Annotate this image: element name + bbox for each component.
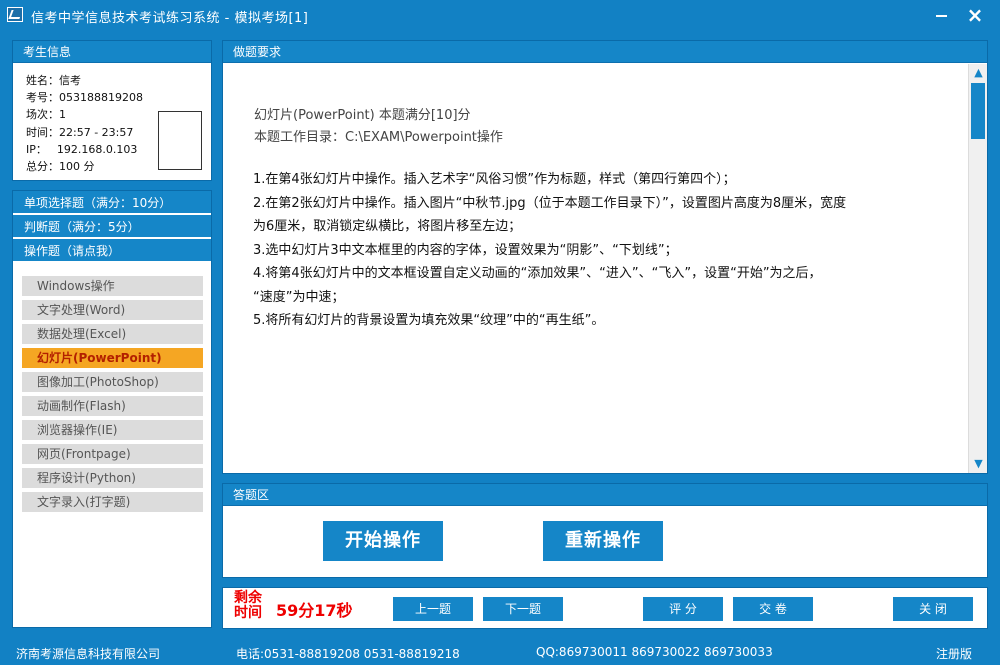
- step-line: 2.在第2张幻灯片中操作。插入图片“中秋节.jpg（位于本题工作目录下）”，设置…: [253, 195, 847, 211]
- app-icon: [7, 7, 23, 22]
- prev-question-button[interactable]: 上一题: [393, 597, 473, 621]
- next-question-button[interactable]: 下一题: [483, 597, 563, 621]
- step-line: 3.选中幻灯片3中文本框里的内容的字体，设置效果为“阴影”、“下划线”；: [253, 242, 678, 258]
- submit-exam-button[interactable]: 交 卷: [733, 597, 813, 621]
- answer-panel: 答题区 开始操作 重新操作: [222, 483, 988, 578]
- operation-item[interactable]: 浏览器操作(IE): [22, 420, 203, 440]
- operation-item[interactable]: 数据处理(Excel): [22, 324, 203, 344]
- close-window-button[interactable]: ×: [958, 0, 992, 30]
- register-status: 注册版: [936, 647, 973, 661]
- student-info-panel: 考生信息 姓名：信考 考号：053188819208 场次：1 时间：22:57…: [12, 40, 212, 181]
- true-false-tab[interactable]: 判断题（满分：5分）: [13, 215, 211, 239]
- requirements-scrollbar[interactable]: ▲ ▼: [968, 64, 987, 473]
- step-line: 为6厘米，取消锁定纵横比，将图片移至左边；: [253, 219, 522, 234]
- info-value: 1: [59, 108, 66, 122]
- info-value: 信考: [59, 74, 81, 87]
- scroll-up-icon[interactable]: ▲: [970, 65, 987, 81]
- requirement-steps: 1.在第4张幻灯片中操作。插入艺术字“风俗习惯”作为标题，样式（第四行第四个）；…: [253, 168, 953, 333]
- info-row-name: 姓名：信考: [26, 72, 143, 89]
- operation-item[interactable]: 幻灯片(PowerPoint): [22, 348, 203, 368]
- info-row-id: 考号：053188819208: [26, 89, 143, 106]
- control-panel: 剩余时间 59分17秒 上一题 下一题 评 分 交 卷 关 闭: [222, 587, 988, 629]
- student-info-header: 考生信息: [13, 41, 211, 63]
- info-label: 总分：: [26, 160, 59, 174]
- scroll-thumb[interactable]: [971, 83, 985, 139]
- operation-list: Windows操作 文字处理(Word) 数据处理(Excel) 幻灯片(PowerP…: [22, 276, 203, 516]
- timer-value: 59分17秒: [276, 601, 353, 620]
- company-name: 济南考源信息科技有限公司: [16, 647, 161, 661]
- info-row-session: 场次：1: [26, 106, 143, 123]
- timer-label: 剩余时间: [234, 590, 262, 621]
- info-value: 192.168.0.103: [56, 142, 138, 156]
- title-bar: 信考中学信息技术考试练习系统 - 模拟考场[1] ×: [0, 0, 1000, 30]
- requirements-content: 幻灯片(PowerPoint) 本题满分[10]分 本题工作目录：C:\EXAM…: [223, 64, 968, 473]
- operation-item[interactable]: 文字处理(Word): [22, 300, 203, 320]
- qq-number: QQ:869730011 869730022 869730033: [536, 645, 773, 659]
- info-row-ip: IP： 192.168.0.103: [26, 141, 143, 158]
- answer-header: 答题区: [223, 484, 987, 506]
- info-label: 场次：: [26, 108, 59, 122]
- operation-item[interactable]: 网页(Frontpage): [22, 444, 203, 464]
- window-title: 信考中学信息技术考试练习系统 - 模拟考场[1]: [31, 11, 309, 26]
- info-value: 053188819208: [59, 91, 143, 105]
- question-title: 幻灯片(PowerPoint) 本题满分[10]分: [254, 108, 471, 123]
- operation-item[interactable]: 程序设计(Python): [22, 468, 203, 488]
- scroll-down-icon[interactable]: ▼: [970, 456, 987, 472]
- info-row-time: 时间：22:57 - 23:57: [26, 124, 143, 141]
- info-label: 姓名：: [26, 74, 59, 87]
- requirements-header: 做题要求: [223, 41, 987, 63]
- requirements-intro: 幻灯片(PowerPoint) 本题满分[10]分 本题工作目录：C:\EXAM…: [254, 105, 503, 149]
- step-line: 5.将所有幻灯片的背景设置为填充效果“纹理”中的“再生纸”。: [253, 313, 605, 328]
- operation-tab[interactable]: 操作题（请点我）: [13, 239, 211, 263]
- info-row-score: 总分：100 分: [26, 158, 143, 175]
- step-line: 4.将第4张幻灯片中的文本框设置自定义动画的“添加效果”、“进入”、“飞入”，设…: [253, 266, 822, 281]
- close-button[interactable]: 关 闭: [893, 597, 973, 621]
- phone-number: 电话:0531-88819208 0531-88819218: [236, 647, 460, 661]
- grade-button[interactable]: 评 分: [643, 597, 723, 621]
- requirements-panel: 做题要求 幻灯片(PowerPoint) 本题满分[10]分 本题工作目录：C:…: [222, 40, 988, 474]
- step-line: 1.在第4张幻灯片中操作。插入艺术字“风俗习惯”作为标题，样式（第四行第四个）；: [253, 172, 736, 187]
- student-info-list: 姓名：信考 考号：053188819208 场次：1 时间：22:57 - 23…: [26, 72, 143, 175]
- work-directory: 本题工作目录：C:\EXAM\Powerpoint操作: [254, 130, 503, 145]
- student-photo: [158, 111, 202, 170]
- question-type-panel: 单项选择题（满分：10分） 判断题（满分：5分） 操作题（请点我） Window…: [12, 190, 212, 628]
- operation-item[interactable]: 文字录入(打字题): [22, 492, 203, 512]
- step-line: “速度”为中速；: [253, 289, 345, 305]
- single-choice-tab[interactable]: 单项选择题（满分：10分）: [13, 191, 211, 215]
- info-label: 考号：: [26, 91, 59, 105]
- info-value: 22:57 - 23:57: [59, 125, 134, 139]
- operation-item[interactable]: 动画制作(Flash): [22, 396, 203, 416]
- footer: 济南考源信息科技有限公司 电话:0531-88819208 0531-88819…: [0, 640, 1000, 665]
- info-value: 100 分: [59, 160, 95, 174]
- redo-operation-button[interactable]: 重新操作: [543, 521, 663, 561]
- info-label: IP：: [26, 142, 47, 156]
- operation-item[interactable]: 图像加工(PhotoShop): [22, 372, 203, 392]
- start-operation-button[interactable]: 开始操作: [323, 521, 443, 561]
- operation-item[interactable]: Windows操作: [22, 276, 203, 296]
- minimize-button[interactable]: [925, 0, 959, 30]
- info-label: 时间：: [26, 125, 59, 139]
